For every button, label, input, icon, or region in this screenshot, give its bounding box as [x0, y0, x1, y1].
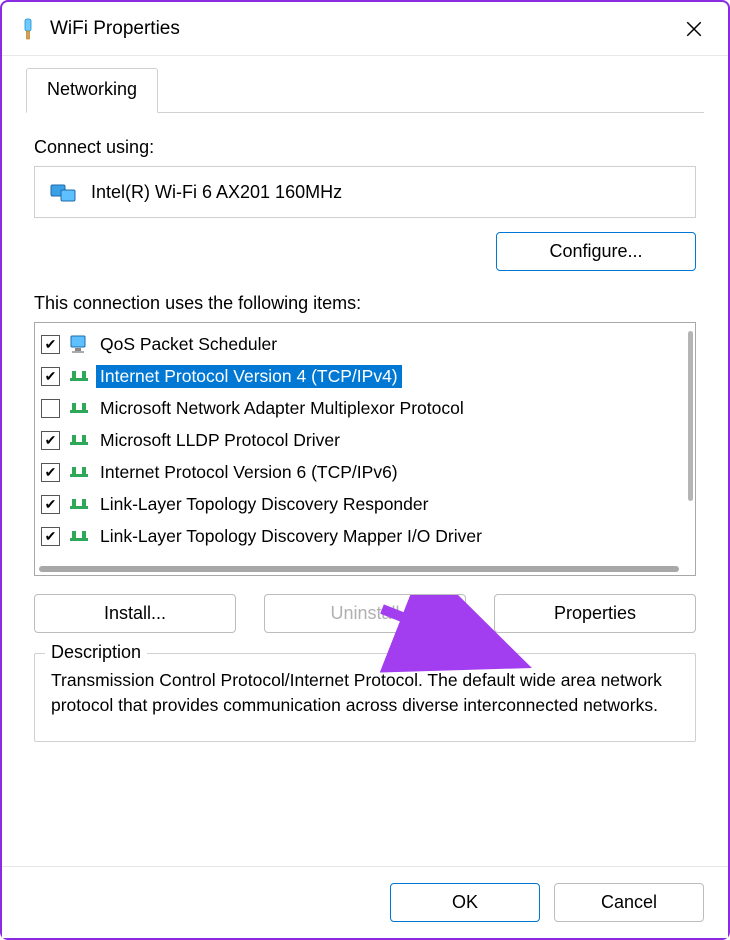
protocol-net-icon [68, 493, 90, 515]
window-title: WiFi Properties [50, 18, 674, 40]
tab-networking[interactable]: Networking [26, 68, 158, 113]
install-button[interactable]: Install... [34, 594, 236, 633]
adapter-field[interactable]: Intel(R) Wi-Fi 6 AX201 160MHz [34, 166, 696, 218]
titlebar: WiFi Properties [2, 2, 728, 56]
properties-button[interactable]: Properties [494, 594, 696, 633]
item-checkbox[interactable] [41, 463, 60, 482]
protocol-net-icon [68, 525, 90, 547]
app-icon [16, 17, 40, 41]
protocol-net-icon [68, 461, 90, 483]
adapter-icon [49, 181, 77, 203]
description-group: Description Transmission Control Protoco… [34, 653, 696, 742]
item-label: Link-Layer Topology Discovery Responder [96, 493, 432, 516]
item-checkbox[interactable] [41, 527, 60, 546]
item-label: Internet Protocol Version 6 (TCP/IPv6) [96, 461, 402, 484]
item-label: Link-Layer Topology Discovery Mapper I/O… [96, 525, 486, 548]
items-label: This connection uses the following items… [34, 293, 696, 314]
description-text: Transmission Control Protocol/Internet P… [51, 668, 679, 719]
item-checkbox[interactable] [41, 399, 60, 418]
adapter-name: Intel(R) Wi-Fi 6 AX201 160MHz [91, 182, 342, 203]
uninstall-button: Uninstall [264, 594, 466, 633]
dialog-body: Networking Connect using: Intel(R) Wi-Fi… [2, 56, 728, 742]
list-item[interactable]: Link-Layer Topology Discovery Mapper I/O… [35, 520, 695, 552]
ok-button[interactable]: OK [390, 883, 540, 922]
list-item[interactable]: Microsoft Network Adapter Multiplexor Pr… [35, 392, 695, 424]
close-button[interactable] [674, 9, 714, 49]
list-item[interactable]: Internet Protocol Version 4 (TCP/IPv4) [35, 360, 695, 392]
items-listbox[interactable]: QoS Packet Scheduler Internet Protocol Ve… [34, 322, 696, 576]
list-item[interactable]: QoS Packet Scheduler [35, 328, 695, 360]
list-item[interactable]: Link-Layer Topology Discovery Responder [35, 488, 695, 520]
connect-using-label: Connect using: [34, 137, 696, 158]
item-checkbox[interactable] [41, 495, 60, 514]
protocol-net-icon [68, 429, 90, 451]
item-checkbox[interactable] [41, 335, 60, 354]
item-checkbox[interactable] [41, 431, 60, 450]
protocol-net-icon [68, 365, 90, 387]
scrollbar-vertical[interactable] [688, 331, 693, 501]
item-label: Microsoft Network Adapter Multiplexor Pr… [96, 397, 468, 420]
cancel-button[interactable]: Cancel [554, 883, 704, 922]
item-label: QoS Packet Scheduler [96, 333, 281, 356]
tab-strip: Networking [26, 68, 704, 113]
list-item[interactable]: Internet Protocol Version 6 (TCP/IPv6) [35, 456, 695, 488]
dialog-footer: OK Cancel [2, 866, 728, 938]
description-legend: Description [45, 642, 147, 663]
protocol-net-icon [68, 397, 90, 419]
list-item[interactable]: Microsoft LLDP Protocol Driver [35, 424, 695, 456]
item-checkbox[interactable] [41, 367, 60, 386]
scrollbar-horizontal[interactable] [39, 566, 679, 572]
protocol-monitor-icon [68, 333, 90, 355]
item-label: Internet Protocol Version 4 (TCP/IPv4) [96, 365, 402, 388]
item-label: Microsoft LLDP Protocol Driver [96, 429, 344, 452]
networking-panel: Connect using: Intel(R) Wi-Fi 6 AX201 16… [26, 113, 704, 742]
configure-button[interactable]: Configure... [496, 232, 696, 271]
